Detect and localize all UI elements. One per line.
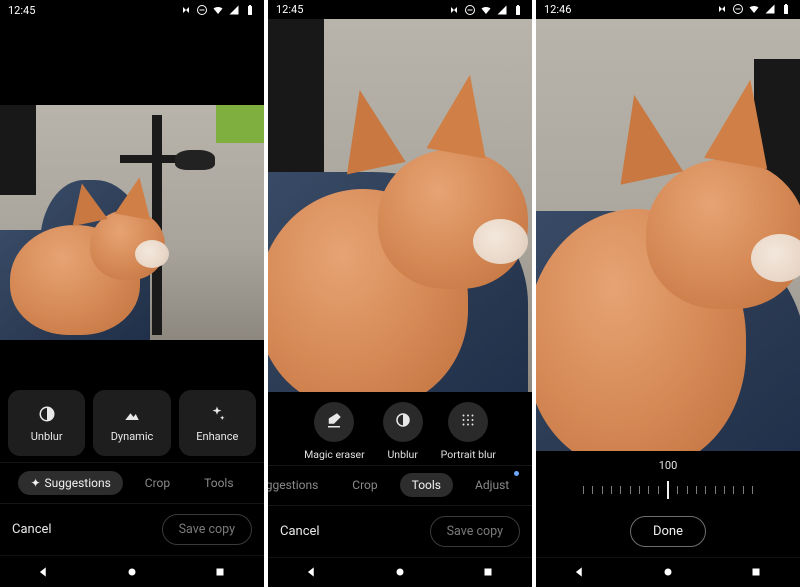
status-time: 12:45 [8, 4, 35, 17]
status-time: 12:45 [276, 3, 303, 16]
tab-adjust[interactable]: Adjust [463, 473, 521, 497]
editor-tabs: Suggestions Crop Tools Adjust Filters [268, 465, 532, 506]
save-copy-button[interactable]: Save copy [430, 516, 520, 547]
status-bar: 12:45 [268, 0, 532, 19]
photo-preview[interactable] [268, 19, 532, 392]
android-nav [268, 557, 532, 587]
tool-label: Portrait blur [441, 448, 496, 461]
photo-preview[interactable] [536, 19, 800, 451]
tab-label: Suggestions [45, 476, 111, 490]
tool-label: Unblur [387, 448, 417, 461]
indicator-dot [514, 471, 519, 476]
tab-tools[interactable]: Tools [192, 471, 245, 495]
tab-label: Tools [204, 476, 233, 490]
status-icons [716, 3, 792, 15]
dnd-icon [464, 4, 476, 16]
chip-unblur[interactable]: Unblur [8, 390, 85, 456]
home-icon[interactable] [389, 561, 411, 583]
signal-icon [496, 4, 508, 16]
editor-tabs: ✦ Suggestions Crop Tools [0, 462, 264, 504]
sparkle-icon: ✦ [30, 476, 40, 490]
dynamic-icon [122, 404, 142, 424]
wifi-icon [212, 4, 224, 16]
home-icon[interactable] [657, 561, 679, 583]
tab-filters[interactable]: Filters [531, 473, 532, 497]
chip-enhance[interactable]: Enhance [179, 390, 256, 456]
dnd-icon [196, 4, 208, 16]
android-nav [0, 555, 264, 587]
home-icon[interactable] [121, 561, 143, 583]
android-nav [536, 557, 800, 587]
action-bar: Cancel Save copy [0, 504, 264, 555]
battery-icon [244, 4, 256, 16]
tab-crop[interactable]: Crop [340, 473, 389, 497]
recents-icon[interactable] [209, 561, 231, 583]
tab-suggestions[interactable]: Suggestions [268, 473, 330, 497]
battery-icon [512, 4, 524, 16]
wifi-icon [480, 4, 492, 16]
back-icon[interactable] [33, 561, 55, 583]
wifi-icon [748, 3, 760, 15]
recents-icon[interactable] [477, 561, 499, 583]
tab-label: Suggestions [268, 478, 318, 492]
battery-icon [780, 3, 792, 15]
strength-value: 100 [659, 459, 678, 472]
dnd-icon [732, 3, 744, 15]
enhance-icon [207, 404, 227, 424]
unblur-icon [37, 404, 57, 424]
done-button[interactable]: Done [630, 516, 706, 547]
tool-label: Magic eraser [304, 448, 365, 461]
screen-suggestions: 12:45 [0, 0, 264, 587]
signal-icon [228, 4, 240, 16]
chip-label: Unblur [31, 430, 63, 443]
screen-tools: 12:45 [268, 0, 532, 587]
tab-suggestions[interactable]: ✦ Suggestions [18, 471, 122, 495]
chip-dynamic[interactable]: Dynamic [93, 390, 170, 456]
suggestion-chips: Unblur Dynamic Enhance [0, 382, 264, 462]
status-bar: 12:46 [536, 0, 800, 19]
done-row: Done [536, 506, 800, 557]
back-icon[interactable] [569, 561, 591, 583]
slider-thumb[interactable] [667, 481, 669, 499]
tool-magic-eraser[interactable]: Magic eraser [304, 402, 365, 461]
photo-preview[interactable] [0, 105, 264, 340]
unblur-icon [394, 411, 412, 432]
strength-panel: 100 [536, 451, 800, 506]
strength-slider[interactable] [583, 478, 753, 502]
tool-unblur[interactable]: Unblur [383, 402, 423, 461]
signal-icon [764, 3, 776, 15]
screen-unblur-adjust: 12:46 [536, 0, 800, 587]
portrait-blur-icon [459, 411, 477, 432]
chip-label: Dynamic [111, 430, 154, 443]
cast-icon [180, 4, 192, 16]
save-copy-button[interactable]: Save copy [162, 514, 252, 545]
chip-label: Enhance [196, 430, 238, 443]
tools-row: Magic eraser Unblur Portrait blur [268, 392, 532, 465]
status-bar: 12:45 [0, 0, 264, 20]
cast-icon [716, 3, 728, 15]
tab-label: Crop [352, 478, 377, 492]
status-icons [180, 4, 256, 16]
tab-tools[interactable]: Tools [400, 473, 453, 497]
recents-icon[interactable] [745, 561, 767, 583]
back-icon[interactable] [301, 561, 323, 583]
tab-label: Adjust [475, 478, 509, 492]
cast-icon [448, 4, 460, 16]
action-bar: Cancel Save copy [268, 506, 532, 557]
tab-crop[interactable]: Crop [133, 471, 182, 495]
status-time: 12:46 [544, 3, 571, 16]
tab-label: Tools [412, 478, 441, 492]
eraser-icon [325, 411, 343, 432]
cancel-button[interactable]: Cancel [280, 524, 320, 539]
tab-label: Crop [145, 476, 170, 490]
tool-portrait-blur[interactable]: Portrait blur [441, 402, 496, 461]
status-icons [448, 4, 524, 16]
cancel-button[interactable]: Cancel [12, 522, 52, 537]
